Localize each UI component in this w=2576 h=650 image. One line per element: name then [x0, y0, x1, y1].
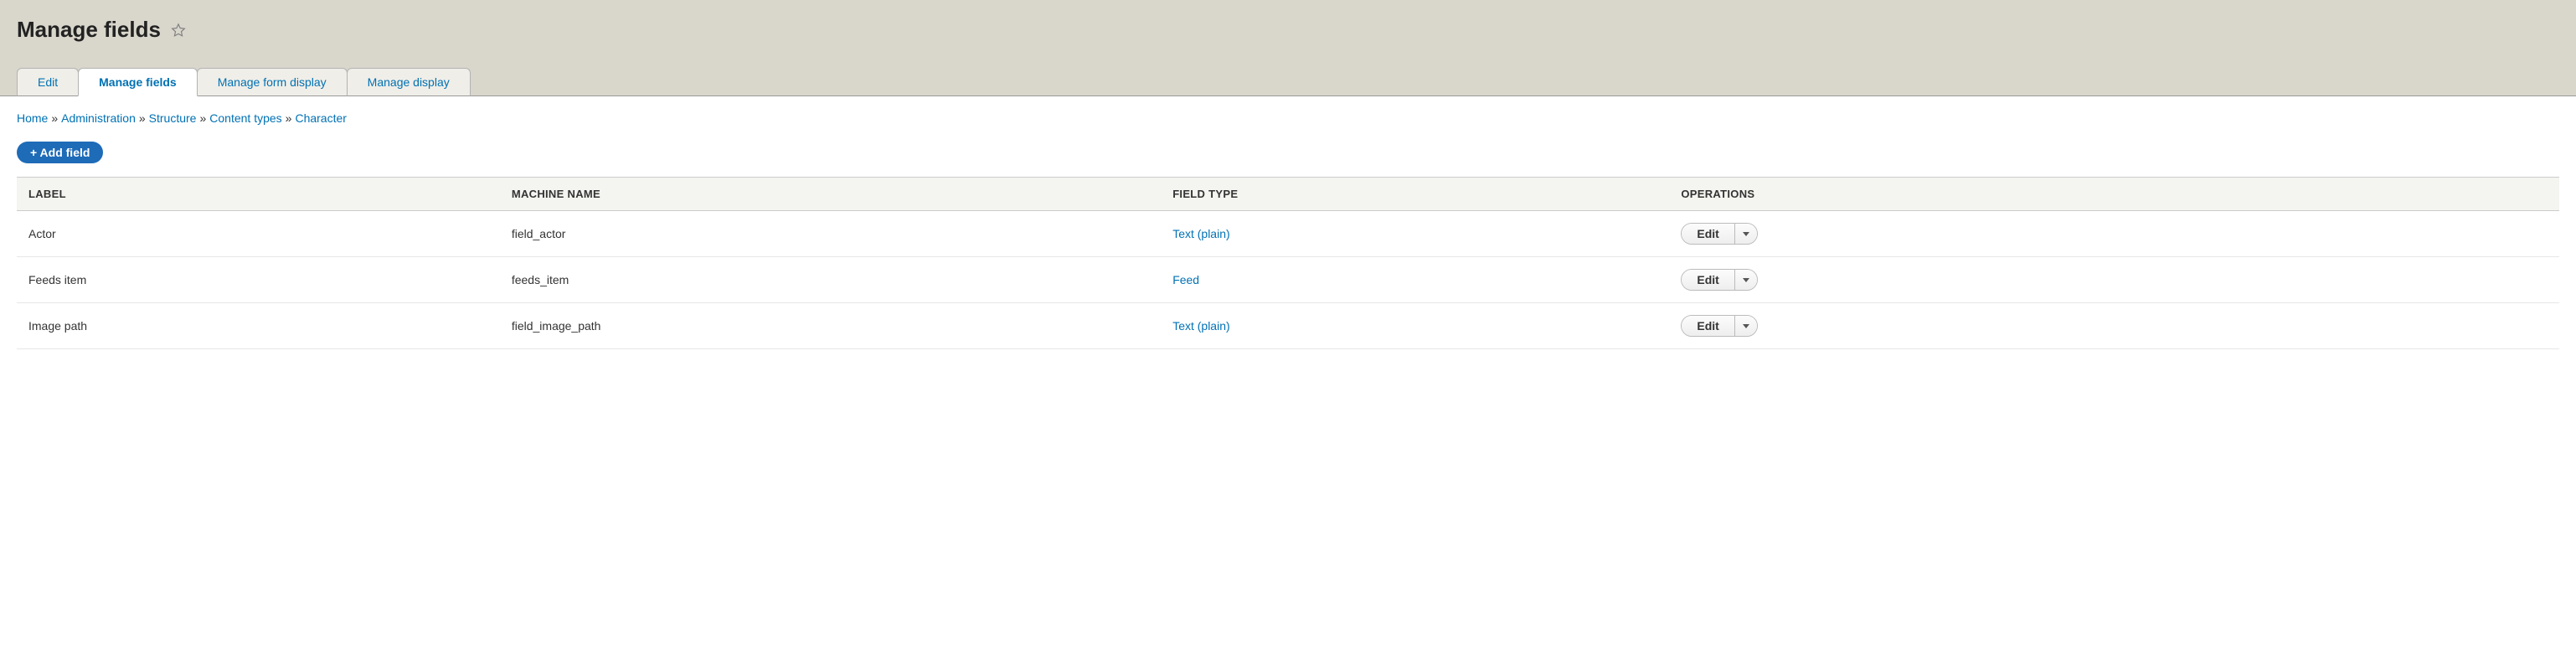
field-type-link[interactable]: Text (plain): [1172, 227, 1229, 240]
breadcrumb-separator: »: [199, 111, 206, 125]
breadcrumb-link-home[interactable]: Home: [17, 111, 48, 125]
table-row: Feeds itemfeeds_item Feed Edit: [17, 257, 2559, 303]
tab-manage-form-display[interactable]: Manage form display: [197, 68, 348, 96]
cell-operations: Edit: [1669, 257, 2559, 303]
cell-field-type: Feed: [1161, 257, 1669, 303]
breadcrumb-link-structure[interactable]: Structure: [149, 111, 197, 125]
dropbutton-toggle[interactable]: [1735, 316, 1757, 336]
cell-label: Image path: [17, 303, 500, 349]
add-field-button[interactable]: + Add field: [17, 142, 103, 163]
operations-dropbutton[interactable]: Edit: [1681, 269, 1757, 291]
breadcrumb-link-character[interactable]: Character: [295, 111, 346, 125]
col-header-machine: MACHINE NAME: [500, 178, 1161, 211]
star-icon[interactable]: [171, 23, 186, 38]
dropbutton-toggle[interactable]: [1735, 270, 1757, 290]
edit-button[interactable]: Edit: [1682, 224, 1734, 244]
cell-field-type: Text (plain): [1161, 303, 1669, 349]
breadcrumb-separator: »: [139, 111, 146, 125]
cell-field-type: Text (plain): [1161, 211, 1669, 257]
operations-dropbutton[interactable]: Edit: [1681, 315, 1757, 337]
tabs: EditManage fieldsManage form displayMana…: [17, 68, 2559, 95]
tab-edit[interactable]: Edit: [17, 68, 79, 96]
field-type-link[interactable]: Feed: [1172, 273, 1199, 286]
cell-machine-name: feeds_item: [500, 257, 1161, 303]
cell-operations: Edit: [1669, 303, 2559, 349]
table-header-row: LABEL MACHINE NAME FIELD TYPE OPERATIONS: [17, 178, 2559, 211]
chevron-down-icon: [1743, 278, 1749, 282]
content-region: Home»Administration»Structure»Content ty…: [0, 96, 2576, 364]
edit-button[interactable]: Edit: [1682, 316, 1734, 336]
chevron-down-icon: [1743, 232, 1749, 236]
page-title: Manage fields: [17, 17, 161, 43]
breadcrumb-link-content-types[interactable]: Content types: [209, 111, 281, 125]
header-region: Manage fields EditManage fieldsManage fo…: [0, 0, 2576, 96]
breadcrumb: Home»Administration»Structure»Content ty…: [17, 111, 2559, 125]
col-header-operations: OPERATIONS: [1669, 178, 2559, 211]
dropbutton-toggle[interactable]: [1735, 224, 1757, 244]
operations-dropbutton[interactable]: Edit: [1681, 223, 1757, 245]
page-title-wrap: Manage fields: [17, 17, 2559, 43]
cell-machine-name: field_actor: [500, 211, 1161, 257]
tab-manage-display[interactable]: Manage display: [347, 68, 471, 96]
table-row: Actorfield_actor Text (plain) Edit: [17, 211, 2559, 257]
cell-operations: Edit: [1669, 211, 2559, 257]
cell-label: Feeds item: [17, 257, 500, 303]
tab-manage-fields[interactable]: Manage fields: [78, 68, 198, 96]
field-type-link[interactable]: Text (plain): [1172, 319, 1229, 333]
cell-machine-name: field_image_path: [500, 303, 1161, 349]
col-header-type: FIELD TYPE: [1161, 178, 1669, 211]
breadcrumb-separator: »: [51, 111, 58, 125]
cell-label: Actor: [17, 211, 500, 257]
breadcrumb-link-administration[interactable]: Administration: [61, 111, 136, 125]
breadcrumb-separator: »: [286, 111, 292, 125]
fields-table: LABEL MACHINE NAME FIELD TYPE OPERATIONS…: [17, 177, 2559, 349]
chevron-down-icon: [1743, 324, 1749, 328]
edit-button[interactable]: Edit: [1682, 270, 1734, 290]
col-header-label: LABEL: [17, 178, 500, 211]
table-row: Image pathfield_image_path Text (plain) Ed…: [17, 303, 2559, 349]
